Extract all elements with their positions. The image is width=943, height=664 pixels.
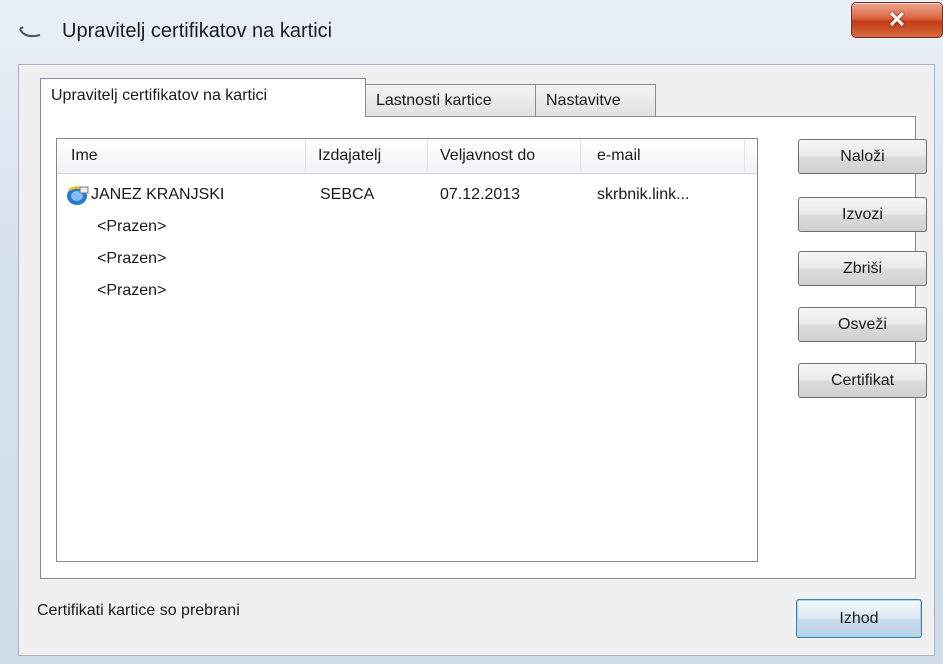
- column-header-valid-until[interactable]: Veljavnost do: [428, 139, 581, 173]
- cell-name: <Prazen>: [97, 282, 167, 299]
- close-icon: ✕: [887, 7, 907, 32]
- certificate-icon: [67, 186, 89, 205]
- delete-button[interactable]: Zbriši: [798, 251, 927, 286]
- cell-name: <Prazen>: [97, 218, 167, 235]
- cell-issuer: SEBCA: [320, 186, 375, 203]
- certificate-list[interactable]: Ime Izdajatelj Veljavnost do e-mail JANE…: [56, 138, 758, 562]
- dialog-window: Upravitelj certifikatov na kartici ✕ Upr…: [0, 0, 943, 664]
- tab-card-certificate-manager[interactable]: Upravitelj certifikatov na kartici: [40, 78, 366, 117]
- cell-email: skrbnik.link...: [597, 186, 690, 203]
- column-header-issuer[interactable]: Izdajatelj: [306, 139, 428, 173]
- app-icon: [19, 26, 41, 38]
- list-item[interactable]: <Prazen>: [57, 243, 757, 275]
- tab-panel: Ime Izdajatelj Veljavnost do e-mail JANE…: [40, 116, 927, 579]
- export-button[interactable]: Izvozi: [798, 197, 927, 232]
- list-item[interactable]: <Prazen>: [57, 275, 757, 307]
- column-header-name[interactable]: Ime: [57, 139, 306, 173]
- refresh-button[interactable]: Osveži: [798, 307, 927, 342]
- column-header-email[interactable]: e-mail: [581, 139, 745, 173]
- exit-button[interactable]: Izhod: [796, 599, 922, 638]
- title-bar[interactable]: Upravitelj certifikatov na kartici ✕: [0, 0, 943, 64]
- cell-valid-until: 07.12.2013: [440, 186, 521, 203]
- list-item[interactable]: JANEZ KRANJSKI SEBCA 07.12.2013 skrbnik.…: [57, 179, 757, 211]
- tab-settings[interactable]: Nastavitve: [535, 84, 656, 118]
- tab-card-properties[interactable]: Lastnosti kartice: [365, 84, 536, 118]
- cell-name: JANEZ KRANJSKI: [91, 186, 225, 203]
- certificate-button[interactable]: Certifikat: [798, 363, 927, 398]
- close-button[interactable]: ✕: [851, 2, 943, 38]
- dialog-client-area: Upravitelj certifikatov na kartici Lastn…: [18, 64, 935, 656]
- status-text: Certifikati kartice so prebrani: [37, 602, 240, 619]
- load-button[interactable]: Naloži: [798, 139, 927, 174]
- list-header: Ime Izdajatelj Veljavnost do e-mail: [57, 139, 757, 174]
- cell-name: <Prazen>: [97, 250, 167, 267]
- window-title: Upravitelj certifikatov na kartici: [62, 20, 333, 42]
- list-item[interactable]: <Prazen>: [57, 211, 757, 243]
